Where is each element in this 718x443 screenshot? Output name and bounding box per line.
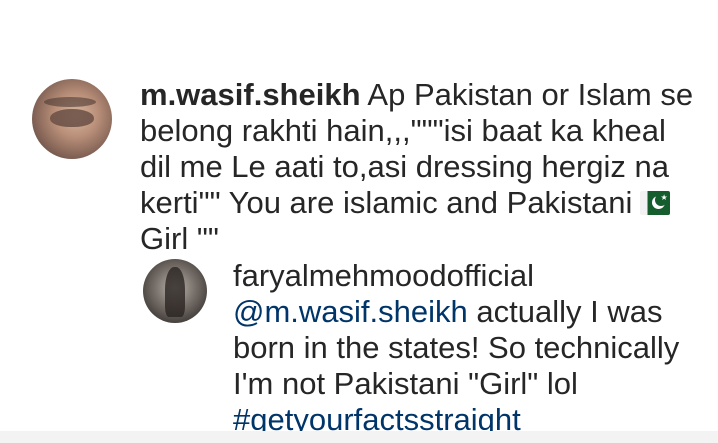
pakistan-flag-icon: ★ <box>640 191 671 215</box>
comment-line-3: dil me Le aati to,asi dressing hergiz na <box>140 149 670 184</box>
bottom-strip <box>0 431 718 443</box>
reply-line-3: I'm not Pakistani "Girl" lol <box>233 366 578 401</box>
reply-avatar-figure <box>165 267 185 317</box>
comment-line-1: m.wasif.sheikh Ap Pakistan or Islam se <box>140 77 700 113</box>
reply-line-1-rest: actually I was <box>467 294 663 329</box>
comment-line-1-rest: Ap Pakistan or Islam se <box>360 77 694 112</box>
comment-line-2: belong rakhti hain,,,"""isi baat ka khea… <box>140 113 666 148</box>
reply-username-line: faryalmehmoodofficial <box>233 258 708 294</box>
reply-mention-link[interactable]: @m.wasif.sheikh <box>233 294 468 329</box>
reply-line-1: @m.wasif.sheikh actually I was <box>233 294 708 330</box>
reply-text: faryalmehmoodofficial @m.wasif.sheikh ac… <box>233 258 708 438</box>
comment-text: m.wasif.sheikh Ap Pakistan or Islam se b… <box>140 77 700 257</box>
star-icon: ★ <box>660 193 668 202</box>
comment-line-4-text: kerti"" You are islamic and Pakistani <box>140 185 633 220</box>
instagram-comment-thread: m.wasif.sheikh Ap Pakistan or Islam se b… <box>0 0 718 443</box>
avatar-brow-shape <box>44 97 96 107</box>
comment-line-5: Girl "" <box>140 221 219 256</box>
top-blank-area <box>0 0 718 62</box>
comment-line-4: kerti"" You are islamic and Pakistani ★ <box>140 185 700 221</box>
reply-username[interactable]: faryalmehmoodofficial <box>233 258 534 293</box>
commenter-avatar[interactable] <box>32 79 112 159</box>
avatar-eye-shape <box>50 109 94 127</box>
reply-avatar[interactable] <box>143 259 207 323</box>
reply-line-2: born in the states! So technically <box>233 330 680 365</box>
comment-username[interactable]: m.wasif.sheikh <box>140 77 361 112</box>
